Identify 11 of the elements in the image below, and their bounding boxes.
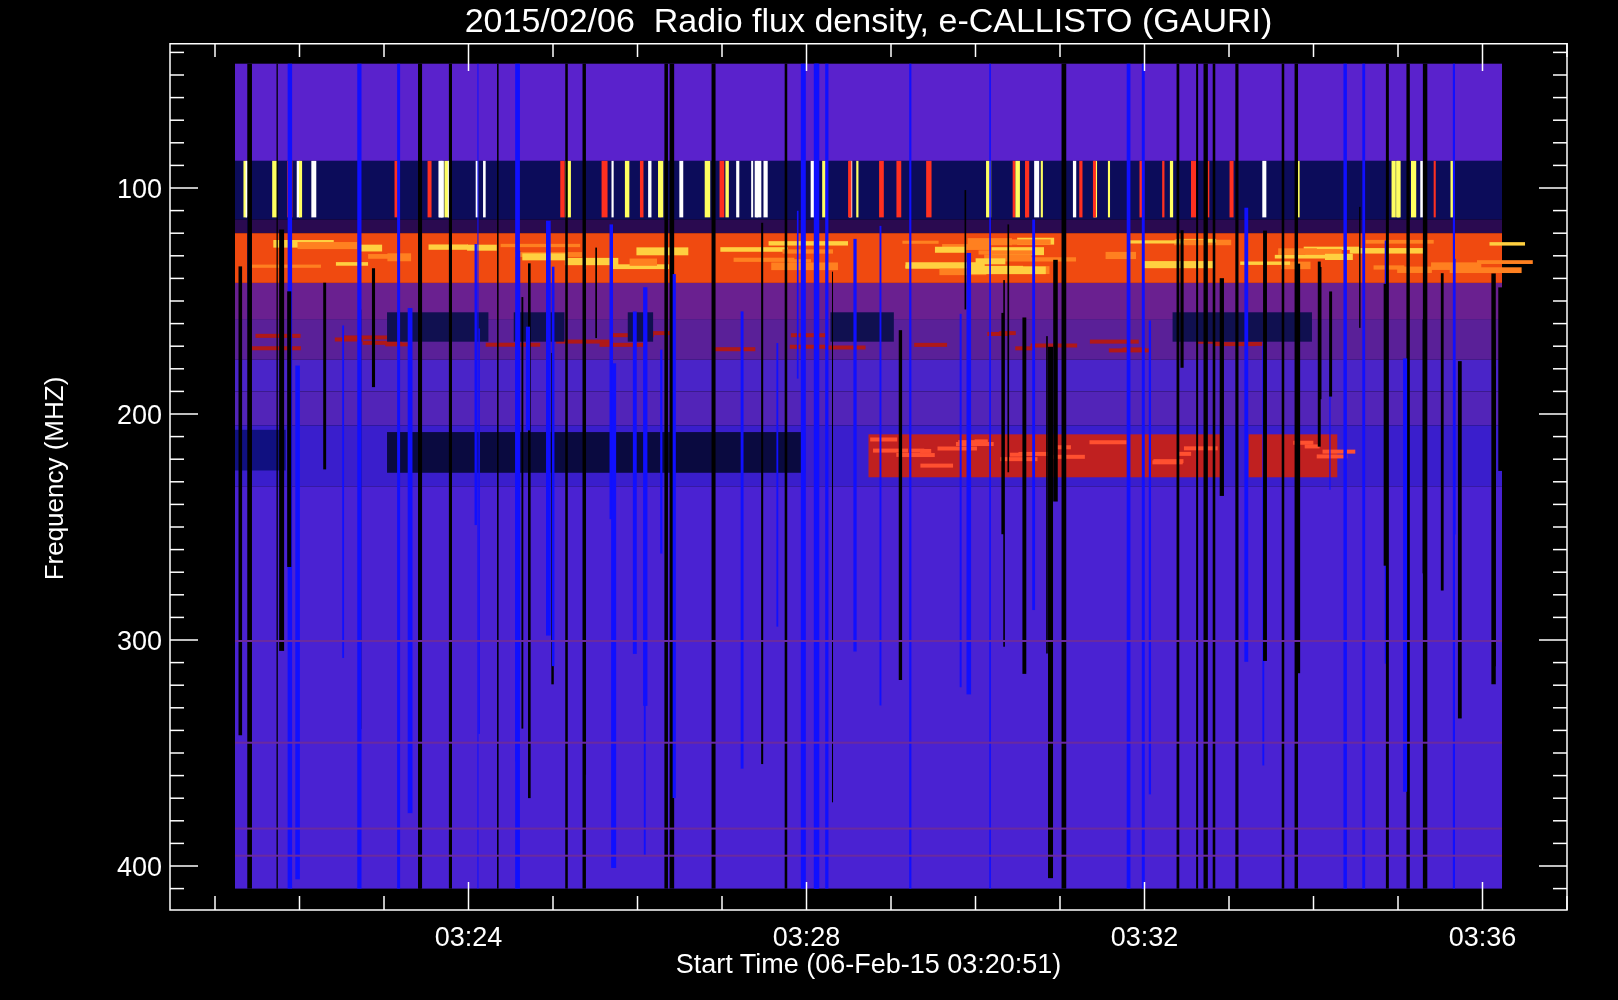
axis-label: Start Time (06-Feb-15 03:20:51) [675, 949, 1062, 979]
tick-label: 300 [116, 626, 162, 656]
axis-label: Frequency (MHZ) [38, 376, 71, 580]
tick-label: 400 [116, 852, 162, 882]
chart-title: 2015/02/06 Radio flux density, e-CALLISTO (GAURI) [464, 0, 1273, 40]
tick-label: 03:32 [1110, 922, 1179, 952]
tick-label: 03:28 [772, 922, 841, 952]
tick-label: 03:24 [434, 922, 503, 952]
tick-label: 03:36 [1448, 922, 1517, 952]
tick-label: 200 [116, 400, 162, 430]
tick-label: 100 [116, 174, 162, 204]
